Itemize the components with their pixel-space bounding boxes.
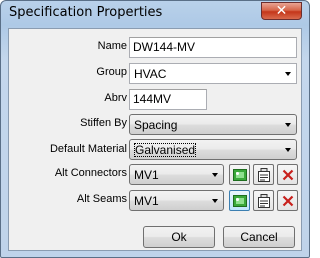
add-item-icon <box>232 194 247 207</box>
properties-icon <box>257 193 270 208</box>
alt-connectors-delete-button[interactable] <box>277 164 298 185</box>
abrv-label: Abrv <box>104 92 127 104</box>
default-material-dropdown[interactable]: Galvanised <box>129 139 297 160</box>
alt-connectors-label: Alt Connectors <box>54 167 127 179</box>
chevron-down-icon <box>212 173 218 177</box>
alt-connectors-add-button[interactable] <box>229 164 250 185</box>
chevron-down-icon <box>285 72 291 76</box>
stiffen-by-dropdown[interactable]: Spacing <box>129 114 297 135</box>
stiffen-by-value: Spacing <box>134 118 178 132</box>
window-title: Specification Properties <box>9 5 163 20</box>
ok-button[interactable]: Ok <box>143 226 215 248</box>
properties-icon <box>257 167 270 182</box>
close-icon: ✕ <box>275 3 288 19</box>
name-input[interactable]: DW144-MV <box>129 37 297 58</box>
chevron-down-icon <box>212 199 218 203</box>
dialog-body: Name DW144-MV Group HVAC Abrv 144MV Stif… <box>8 28 302 251</box>
alt-seams-dropdown[interactable]: MV1 <box>129 190 224 211</box>
group-value: HVAC <box>134 67 167 81</box>
alt-seams-value: MV1 <box>134 194 159 208</box>
delete-icon <box>282 169 293 180</box>
alt-seams-delete-button[interactable] <box>277 190 298 211</box>
alt-seams-properties-button[interactable] <box>253 190 274 211</box>
group-dropdown[interactable]: HVAC <box>129 63 297 84</box>
add-item-icon <box>232 168 247 181</box>
default-material-value: Galvanised <box>134 143 197 157</box>
close-button[interactable]: ✕ <box>261 2 302 20</box>
dialog-window: Specification Properties ✕ Name DW144-MV… <box>0 0 310 258</box>
chevron-down-icon <box>285 148 291 152</box>
abrv-input[interactable]: 144MV <box>129 89 207 110</box>
name-label: Name <box>97 40 127 52</box>
stiffen-by-label: Stiffen By <box>80 117 127 129</box>
alt-connectors-value: MV1 <box>134 168 159 182</box>
default-material-label: Default Material <box>49 143 127 155</box>
alt-seams-label: Alt Seams <box>76 193 127 205</box>
chevron-down-icon <box>285 123 291 127</box>
alt-seams-add-button[interactable] <box>229 190 250 211</box>
alt-connectors-properties-button[interactable] <box>253 164 274 185</box>
cancel-button[interactable]: Cancel <box>223 226 295 248</box>
group-label: Group <box>96 66 127 78</box>
delete-icon <box>282 195 293 206</box>
alt-connectors-dropdown[interactable]: MV1 <box>129 164 224 185</box>
title-bar[interactable]: Specification Properties ✕ <box>1 1 309 25</box>
